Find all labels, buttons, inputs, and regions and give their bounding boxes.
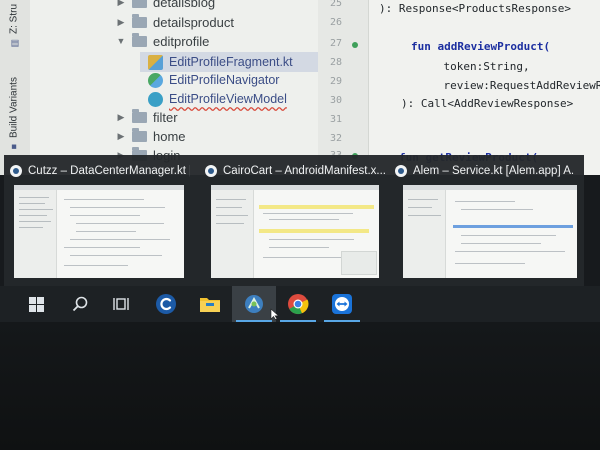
chevron-right-icon[interactable]: ▶ xyxy=(116,0,126,8)
structure-tab-label: Z: Stru xyxy=(8,3,20,34)
line-number: 30 xyxy=(329,95,342,106)
line-number: 25 xyxy=(329,0,342,9)
tree-item-filter[interactable]: ▶ filter xyxy=(116,107,178,127)
mouse-cursor-icon xyxy=(270,308,280,320)
tree-item-label: detailsblog xyxy=(153,0,216,10)
tree-item-detailsblog[interactable]: ▶ detailsblog xyxy=(116,0,215,12)
line-number: 32 xyxy=(329,133,342,144)
line-number: 26 xyxy=(329,17,342,28)
build-variants-tab-label: Build Variants xyxy=(8,77,20,138)
tree-item-label: EditProfileViewModel xyxy=(169,92,287,106)
tree-item-label: filter xyxy=(153,109,178,125)
tree-item-label: editprofile xyxy=(153,33,210,49)
task-title: Cutzz – DataCenterManager.kt [... xyxy=(28,165,190,177)
task-thumbnail-cutzz[interactable]: Cutzz – DataCenterManager.kt [... xyxy=(4,155,194,285)
build-variants-icon: ■ xyxy=(9,142,19,152)
code-line: ): Response<ProductsResponse> xyxy=(379,2,572,15)
task-view-icon xyxy=(113,298,129,310)
folder-icon xyxy=(132,13,147,28)
android-studio-icon xyxy=(245,295,263,313)
chevron-right-icon[interactable]: ▶ xyxy=(116,131,126,142)
task-switcher: Cutzz – DataCenterManager.kt [... CairoC… xyxy=(4,155,584,286)
window-preview xyxy=(14,185,184,278)
task-thumbnail-cairocart[interactable]: CairoCart – AndroidManifest.x... xyxy=(199,155,389,285)
code-line: ): Call<AddReviewResponse> xyxy=(401,97,574,110)
chevron-right-icon[interactable]: ▶ xyxy=(116,17,126,28)
teamviewer-taskbar-button[interactable] xyxy=(320,286,364,322)
code-editor[interactable]: ): Response<ProductsResponse> fun addRev… xyxy=(369,0,600,175)
line-number: 28 xyxy=(329,57,342,68)
tree-item-label: home xyxy=(153,128,186,144)
left-tool-strip: ▤ Z: Stru ■ Build Variants xyxy=(0,0,31,175)
tree-item-editprofilenavigator[interactable]: EditProfileNavigator xyxy=(148,70,279,90)
chrome-taskbar-button[interactable] xyxy=(276,286,320,322)
ccleaner-button[interactable] xyxy=(144,286,188,322)
code-line: fun addReviewProduct( xyxy=(411,40,551,53)
desktop: ▤ Z: Stru ■ Build Variants ▶ detailsblog… xyxy=(0,0,600,450)
search-button[interactable] xyxy=(58,286,102,322)
teamviewer-icon xyxy=(332,294,352,314)
structure-tool-tab[interactable]: ▤ Z: Stru xyxy=(4,0,24,48)
folder-icon xyxy=(132,0,147,8)
tree-item-label: detailsproduct xyxy=(153,14,234,30)
android-studio-icon xyxy=(205,165,217,177)
kotlin-class-icon xyxy=(148,91,163,107)
line-number: 27 xyxy=(329,38,342,49)
tree-item-detailsproduct[interactable]: ▶ detailsproduct xyxy=(116,12,234,32)
kotlin-interface-icon xyxy=(148,72,163,88)
project-tree: ▶ detailsblog ▶ detailsproduct ▼ editpro… xyxy=(30,0,356,175)
search-icon xyxy=(72,296,88,312)
build-variants-tool-tab[interactable]: ■ Build Variants xyxy=(4,64,24,152)
task-title: CairoCart – AndroidManifest.x... xyxy=(223,165,385,177)
line-number: 31 xyxy=(329,114,342,125)
implementation-marker-icon[interactable] xyxy=(352,42,358,48)
android-studio-icon xyxy=(395,165,407,177)
folder-icon xyxy=(132,108,147,123)
file-explorer-icon xyxy=(200,298,220,312)
tree-item-home[interactable]: ▶ home xyxy=(116,126,186,146)
kotlin-file-icon xyxy=(148,54,163,70)
task-title: Alem – Service.kt [Alem.app] A... xyxy=(413,165,575,177)
structure-icon: ▤ xyxy=(9,38,19,48)
window-preview xyxy=(211,185,379,278)
task-thumbnail-alem[interactable]: Alem – Service.kt [Alem.app] A... xyxy=(389,155,579,285)
window-preview xyxy=(403,185,577,278)
start-button[interactable] xyxy=(14,286,58,322)
tree-item-editprofileviewmodel[interactable]: EditProfileViewModel xyxy=(148,89,287,109)
monitor-bezel xyxy=(0,322,600,450)
folder-icon xyxy=(132,127,147,142)
file-explorer-button[interactable] xyxy=(188,286,232,322)
chrome-icon xyxy=(288,294,309,315)
line-number: 29 xyxy=(329,76,342,87)
ccleaner-icon xyxy=(156,294,176,314)
tree-item-label: EditProfileFragment.kt xyxy=(169,55,293,69)
editor-gutter: 25 26 27 28 29 30 31 32 33 xyxy=(318,0,369,175)
tree-item-editprofile[interactable]: ▼ editprofile xyxy=(116,31,209,51)
code-line: token:String, xyxy=(417,60,530,73)
windows-start-icon xyxy=(28,296,44,312)
tree-item-label: EditProfileNavigator xyxy=(169,73,280,87)
chevron-down-icon[interactable]: ▼ xyxy=(116,36,126,46)
chevron-right-icon[interactable]: ▶ xyxy=(116,112,126,123)
code-line: review:RequestAddReviewRespo xyxy=(443,79,600,92)
taskbar xyxy=(0,286,600,322)
folder-open-icon xyxy=(132,32,147,47)
android-studio-window: ▤ Z: Stru ■ Build Variants ▶ detailsblog… xyxy=(0,0,600,175)
task-view-button[interactable] xyxy=(100,286,144,322)
android-studio-icon xyxy=(10,165,22,177)
